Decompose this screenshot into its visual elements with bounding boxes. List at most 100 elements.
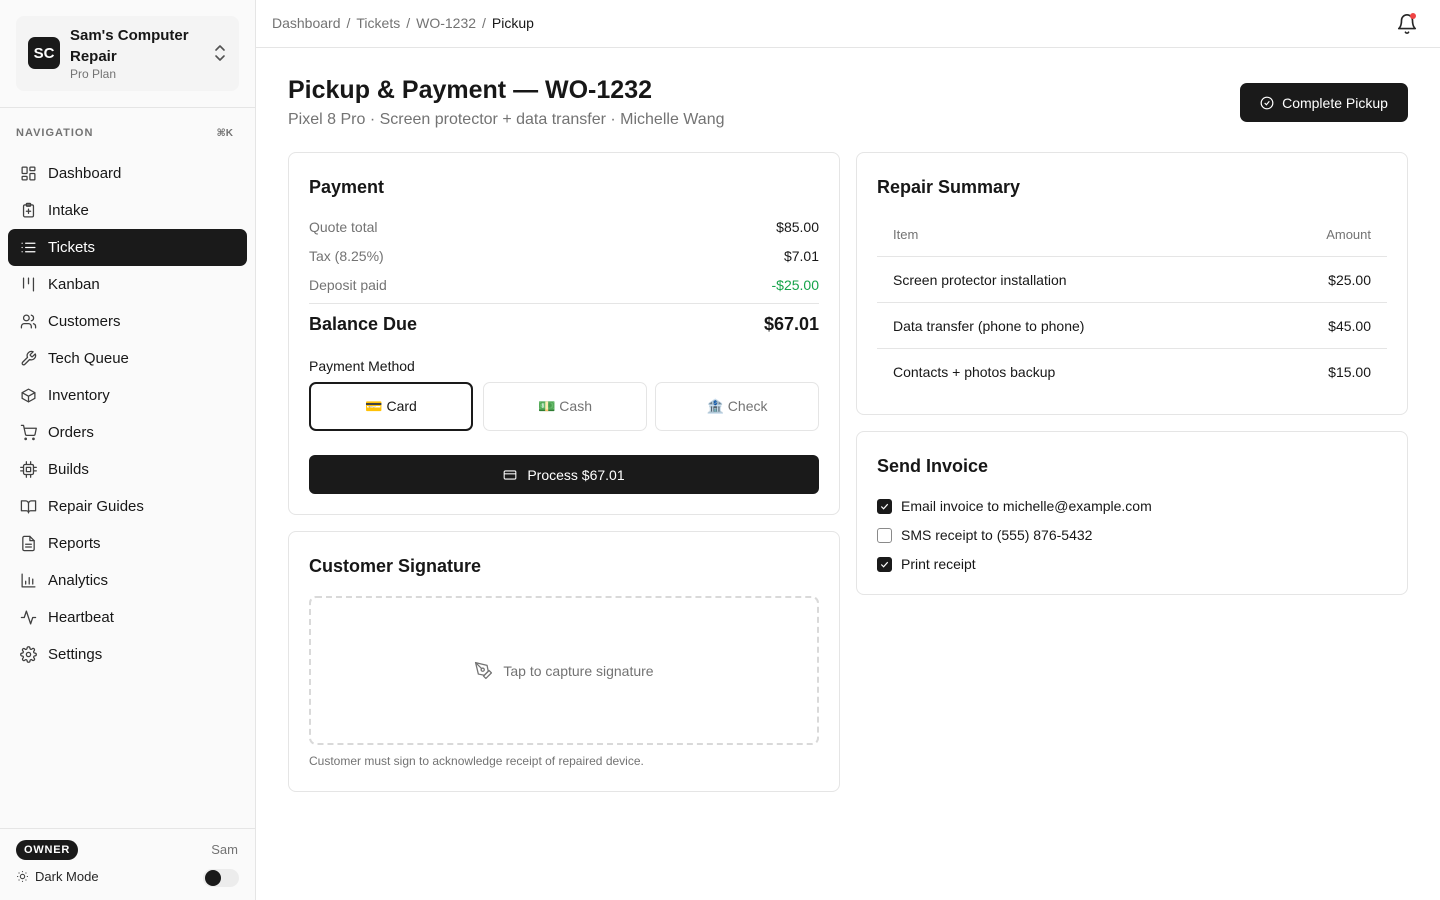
- role-badge: OWNER: [16, 840, 79, 860]
- dark-mode-text: Dark Mode: [35, 869, 99, 884]
- sidebar-item-label: Intake: [48, 202, 89, 219]
- user-name: Sam: [211, 842, 238, 857]
- sidebar-item-label: Inventory: [48, 387, 110, 404]
- sidebar-item-label: Dashboard: [48, 165, 122, 182]
- command-shortcut[interactable]: ⌘K: [217, 128, 234, 139]
- table-row: Contacts + photos backup $15.00: [877, 349, 1387, 395]
- quote-total-value: $85.00: [776, 219, 819, 235]
- sidebar-item-tickets[interactable]: Tickets: [8, 229, 247, 266]
- sidebar-item-builds[interactable]: Builds: [8, 451, 247, 488]
- notification-dot: [1410, 13, 1416, 19]
- row-item: Data transfer (phone to phone): [893, 317, 1085, 334]
- breadcrumb-separator: /: [406, 15, 411, 31]
- method-check-button[interactable]: 🏦 Check: [655, 382, 819, 431]
- sidebar-item-intake[interactable]: Intake: [8, 192, 247, 229]
- payment-card: Payment Quote total $85.00 Tax (8.25%) $…: [288, 152, 840, 515]
- column-item: Item: [893, 227, 919, 242]
- tax-label: Tax (8.25%): [309, 248, 384, 264]
- send-invoice-title: Send Invoice: [877, 456, 989, 476]
- credit-card-icon: [503, 469, 517, 480]
- sidebar-item-label: Customers: [48, 313, 121, 330]
- column-amount: Amount: [1326, 227, 1371, 242]
- tax-row: Tax (8.25%) $7.01: [309, 248, 819, 268]
- sidebar-item-label: Repair Guides: [48, 498, 144, 515]
- signature-title: Customer Signature: [309, 556, 482, 576]
- method-cash-button[interactable]: 💵 Cash: [483, 382, 647, 431]
- sidebar-item-label: Analytics: [48, 572, 109, 589]
- payment-method-label: Payment Method: [309, 358, 415, 374]
- sidebar-item-analytics[interactable]: Analytics: [8, 562, 247, 599]
- org-avatar: SC: [28, 37, 60, 69]
- deposit-row: Deposit paid -$25.00: [309, 277, 819, 297]
- nav-list: Dashboard Intake Tickets Kanban Customer…: [8, 155, 247, 673]
- check-circle-icon: [1260, 96, 1274, 109]
- book-icon: [20, 500, 37, 514]
- sidebar-item-heartbeat[interactable]: Heartbeat: [8, 599, 247, 636]
- send-invoice-card: Send Invoice Email invoice to michelle@e…: [856, 431, 1408, 595]
- wrench-icon: [21, 350, 37, 366]
- sidebar-item-inventory[interactable]: Inventory: [8, 377, 247, 414]
- process-payment-button[interactable]: Process $67.01: [309, 455, 819, 494]
- clipboard-plus-icon: [22, 202, 35, 218]
- sidebar-item-orders[interactable]: Orders: [8, 414, 247, 451]
- users-icon: [20, 314, 37, 329]
- sidebar-item-tech-queue[interactable]: Tech Queue: [8, 340, 247, 377]
- sidebar-item-settings[interactable]: Settings: [8, 636, 247, 673]
- balance-value: $67.01: [763, 314, 819, 334]
- dark-mode-toggle[interactable]: [203, 869, 239, 887]
- gear-icon: [20, 646, 37, 663]
- sidebar-item-reports[interactable]: Reports: [8, 525, 247, 562]
- breadcrumb-tickets[interactable]: Tickets: [356, 15, 400, 31]
- email-invoice-checkbox[interactable]: [877, 498, 892, 514]
- breadcrumb-ticket[interactable]: WO-1232: [416, 15, 476, 31]
- breadcrumb-separator: /: [482, 15, 486, 31]
- file-icon: [22, 535, 35, 552]
- breadcrumb-dashboard[interactable]: Dashboard: [272, 15, 341, 31]
- sidebar-item-label: Tech Queue: [48, 350, 129, 367]
- sidebar-item-label: Tickets: [48, 239, 95, 256]
- print-receipt-checkbox[interactable]: [877, 556, 892, 572]
- breadcrumb-separator: /: [346, 15, 351, 31]
- row-item: Contacts + photos backup: [893, 364, 1056, 380]
- sidebar-item-repair-guides[interactable]: Repair Guides: [8, 488, 247, 525]
- sidebar-item-label: Kanban: [48, 276, 100, 293]
- process-payment-label: Process $67.01: [527, 466, 625, 483]
- page-subtitle: Pixel 8 Pro · Screen protector + data tr…: [288, 111, 725, 128]
- cpu-icon: [20, 461, 37, 478]
- check-icon: [880, 561, 889, 568]
- kanban-icon: [22, 277, 35, 292]
- payment-divider: [309, 303, 819, 304]
- check-icon: [880, 503, 889, 510]
- sun-icon: [17, 871, 28, 882]
- sidebar-item-customers[interactable]: Customers: [8, 303, 247, 340]
- sms-receipt-option[interactable]: SMS receipt to (555) 876-5432: [877, 527, 1092, 543]
- print-receipt-option[interactable]: Print receipt: [877, 556, 976, 572]
- sms-receipt-label: SMS receipt to (555) 876-5432: [901, 527, 1093, 543]
- table-row: Data transfer (phone to phone) $45.00: [877, 303, 1387, 349]
- sidebar-item-kanban[interactable]: Kanban: [8, 266, 247, 303]
- breadcrumb-current: Pickup: [491, 15, 534, 31]
- method-card-button[interactable]: 💳 Card: [309, 382, 473, 431]
- print-receipt-label: Print receipt: [901, 556, 976, 572]
- sidebar-item-dashboard[interactable]: Dashboard: [8, 155, 247, 192]
- email-invoice-option[interactable]: Email invoice to michelle@example.com: [877, 498, 1152, 514]
- nav-heading: NAVIGATION: [16, 127, 94, 139]
- repair-summary-title: Repair Summary: [877, 177, 1021, 197]
- pen-tool-icon: [475, 661, 493, 680]
- complete-pickup-button[interactable]: Complete Pickup: [1240, 83, 1408, 122]
- sidebar-footer-divider: [0, 828, 255, 829]
- sidebar: SC Sam's Computer Repair Pro Plan NAVIGA…: [0, 0, 256, 900]
- org-switcher[interactable]: SC Sam's Computer Repair Pro Plan: [16, 16, 239, 91]
- table-row: Screen protector installation $25.00: [877, 257, 1387, 303]
- signature-pad[interactable]: Tap to capture signature: [309, 596, 819, 745]
- dashboard-icon: [21, 166, 36, 181]
- breadcrumb: Dashboard / Tickets / WO-1232 / Pickup: [272, 15, 534, 31]
- signature-prompt: Tap to capture signature: [503, 662, 654, 679]
- sms-receipt-checkbox[interactable]: [877, 527, 892, 543]
- sidebar-divider: [0, 107, 255, 108]
- cart-icon: [20, 424, 37, 441]
- sidebar-item-label: Settings: [48, 646, 103, 663]
- complete-pickup-label: Complete Pickup: [1282, 94, 1388, 111]
- signature-note: Customer must sign to acknowledge receip…: [309, 754, 644, 768]
- signature-card: Customer Signature Tap to capture signat…: [288, 531, 840, 792]
